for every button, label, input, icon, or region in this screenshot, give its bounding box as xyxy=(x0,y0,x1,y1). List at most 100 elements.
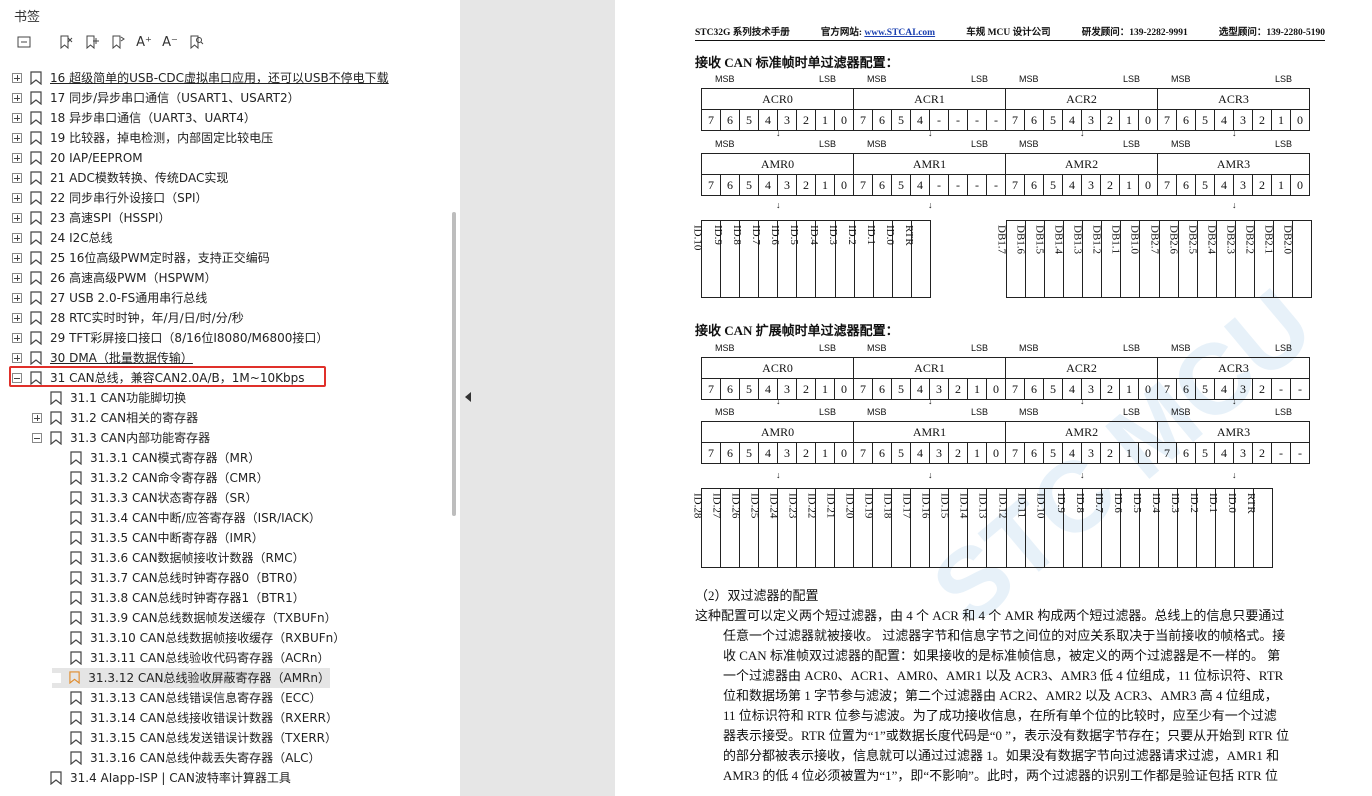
tree-item-label: 30 DMA（批量数据传输） xyxy=(50,351,193,365)
spacer xyxy=(52,753,62,763)
register-name: AMR3 xyxy=(1157,421,1310,443)
tree-item[interactable]: 31.3.9 CAN总线数据帧发送缓存（TXBUFn） xyxy=(52,608,337,628)
tree-item[interactable]: 31.3.16 CAN总线仲裁丢失寄存器（ALC） xyxy=(52,748,320,768)
id-bit-label: DB1.5 xyxy=(1033,225,1046,255)
spacer xyxy=(52,453,62,463)
tree-item[interactable]: 23 高速SPI（HSSPI） xyxy=(12,208,171,228)
bit-cell: 4 xyxy=(758,442,778,464)
tree-item[interactable]: 20 IAP/EEPROM xyxy=(12,148,143,168)
bookmark-icon[interactable] xyxy=(108,32,128,52)
font-larger-icon[interactable]: A⁺ xyxy=(134,32,154,52)
panel-splitter[interactable] xyxy=(460,0,615,796)
tree-item[interactable]: 31.1 CAN功能脚切换 xyxy=(32,388,186,408)
bit-cell: 6 xyxy=(1176,442,1196,464)
tree-item[interactable]: 31.3.4 CAN中断/应答寄存器（ISR/IACK） xyxy=(52,508,321,528)
tree-item[interactable]: 21 ADC模数转换、传统DAC实现 xyxy=(12,168,228,188)
lsb-label: LSB xyxy=(971,343,989,353)
expand-icon[interactable] xyxy=(12,133,22,143)
expand-icon[interactable] xyxy=(12,213,22,223)
bit-cell: 5 xyxy=(1195,109,1215,131)
collapse-panel-icon[interactable] xyxy=(462,390,474,404)
tree-item[interactable]: 31.3.5 CAN中断寄存器（IMR） xyxy=(52,528,264,548)
tree-item[interactable]: 31.3.10 CAN总线数据帧接收缓存（RXBUFn） xyxy=(52,628,345,648)
tree-item[interactable]: 31.3 CAN内部功能寄存器 xyxy=(32,428,210,448)
bit-cell: 3 xyxy=(1081,174,1101,196)
section-title-standard: 接收 CAN 标准帧时单过滤器配置： xyxy=(695,55,899,70)
id-bit-label: DB1.2 xyxy=(1090,225,1103,255)
tree-item[interactable]: 31.3.12 CAN总线验收屏蔽寄存器（AMRn） xyxy=(52,668,330,688)
msb-label: MSB xyxy=(1019,343,1039,353)
expand-icon[interactable] xyxy=(12,113,22,123)
bookmark-icon xyxy=(30,171,42,186)
tree-item[interactable]: 27 USB 2.0-FS通用串行总线 xyxy=(12,288,207,308)
expand-icon[interactable] xyxy=(12,233,22,243)
tree-item[interactable]: 30 DMA（批量数据传输） xyxy=(12,348,193,368)
tree-item[interactable]: 22 同步串行外设接口（SPI） xyxy=(12,188,207,208)
tree-item[interactable]: 31.3.1 CAN模式寄存器（MR） xyxy=(52,448,260,468)
id-bit-label: DB2.4 xyxy=(1205,225,1218,255)
tree-item[interactable]: 24 I2C总线 xyxy=(12,228,113,248)
bit-cell: 2 xyxy=(948,442,968,464)
tree-item[interactable]: 31.3.11 CAN总线验收代码寄存器（ACRn） xyxy=(52,648,330,668)
font-smaller-icon[interactable]: A⁻ xyxy=(160,32,180,52)
expand-icon[interactable] xyxy=(12,293,22,303)
lsb-label: LSB xyxy=(1275,343,1293,353)
expand-icon[interactable] xyxy=(12,253,22,263)
register-name: AMR1 xyxy=(853,153,1006,175)
bit-cell: 2 xyxy=(1252,378,1272,400)
add-bookmark-icon[interactable] xyxy=(82,32,102,52)
list-icon[interactable] xyxy=(14,32,34,52)
id-bit-label: ID.4 xyxy=(1149,493,1162,513)
bookmark-icon xyxy=(70,491,82,506)
tree-item[interactable]: 31.3.6 CAN数据帧接收计数器（RMC） xyxy=(52,548,305,568)
expand-icon[interactable] xyxy=(12,153,22,163)
collapse-icon[interactable] xyxy=(32,433,42,443)
tree-item[interactable]: 31.3.15 CAN总线发送错误计数器（TXERR） xyxy=(52,728,337,748)
bit-cell: 4 xyxy=(758,109,778,131)
expand-icon[interactable] xyxy=(12,353,22,363)
expand-icon[interactable] xyxy=(12,313,22,323)
tree-item[interactable]: 31.3.14 CAN总线接收错误计数器（RXERR） xyxy=(52,708,338,728)
tree-item[interactable]: 18 异步串口通信（UART3、UART4） xyxy=(12,108,256,128)
tree-item[interactable]: 19 比较器，掉电检测，内部固定比较电压 xyxy=(12,128,273,148)
expand-icon[interactable] xyxy=(32,413,42,423)
bit-cell: 3 xyxy=(929,442,949,464)
tree-item-label: 23 高速SPI（HSSPI） xyxy=(50,211,171,225)
expand-icon[interactable] xyxy=(12,273,22,283)
id-bit-label: ID.24 xyxy=(767,493,780,519)
tree-item-label: 31.3.14 CAN总线接收错误计数器（RXERR） xyxy=(90,711,338,725)
tree-item[interactable]: 16 超级简单的USB-CDC虚拟串口应用，还可以USB不停电下载 xyxy=(12,68,389,88)
delete-bookmark-icon[interactable] xyxy=(56,32,76,52)
expand-icon[interactable] xyxy=(12,193,22,203)
tree-item[interactable]: 31.4 AIapp-ISP | CAN波特率计算器工具 xyxy=(32,768,291,788)
tree-item[interactable]: 31.3.7 CAN总线时钟寄存器0（BTR0） xyxy=(52,568,305,588)
tree-item[interactable]: 25 16位高级PWM定时器，支持正交编码 xyxy=(12,248,270,268)
expand-icon[interactable] xyxy=(12,173,22,183)
bookmark-search-icon[interactable] xyxy=(186,32,206,52)
bit-cell: 6 xyxy=(1176,378,1196,400)
doc-header-dev: 研发顾问：139-2282-9991 xyxy=(1081,28,1188,38)
id-bit-label: DB2.5 xyxy=(1185,225,1198,255)
tree-item[interactable]: 31.3.13 CAN总线错误信息寄存器（ECC） xyxy=(52,688,322,708)
arrow-icon: ↓ xyxy=(1232,128,1237,138)
arrow-icon: ↓ xyxy=(928,128,933,138)
bit-cell: 4 xyxy=(1214,442,1234,464)
tree-item[interactable]: 17 同步/异步串口通信（USART1、USART2） xyxy=(12,88,300,108)
bit-cell: 0 xyxy=(1290,109,1310,131)
tree-item[interactable]: 28 RTC实时时钟，年/月/日/时/分/秒 xyxy=(12,308,244,328)
tree-item[interactable]: 31.2 CAN相关的寄存器 xyxy=(32,408,198,428)
site-link[interactable]: www.STCAI.com xyxy=(864,28,935,38)
expand-icon[interactable] xyxy=(12,93,22,103)
bit-cell: 7 xyxy=(1157,442,1177,464)
tree-scrollbar[interactable] xyxy=(452,68,458,796)
expand-icon[interactable] xyxy=(12,333,22,343)
tree-item[interactable]: 29 TFT彩屏接口接口（8/16位I8080/M6800接口） xyxy=(12,328,328,348)
tree-item[interactable]: 31.3.8 CAN总线时钟寄存器1（BTR1） xyxy=(52,588,305,608)
tree-item[interactable]: 26 高速高级PWM（HSPWM） xyxy=(12,268,217,288)
arrow-icon: ↓ xyxy=(776,396,781,406)
tree-item[interactable]: 31.3.2 CAN命令寄存器（CMR） xyxy=(52,468,269,488)
bookmark-icon xyxy=(70,591,82,606)
scrollbar-thumb[interactable] xyxy=(452,212,456,516)
expand-icon[interactable] xyxy=(12,73,22,83)
tree-item[interactable]: 31.3.3 CAN状态寄存器（SR） xyxy=(52,488,258,508)
